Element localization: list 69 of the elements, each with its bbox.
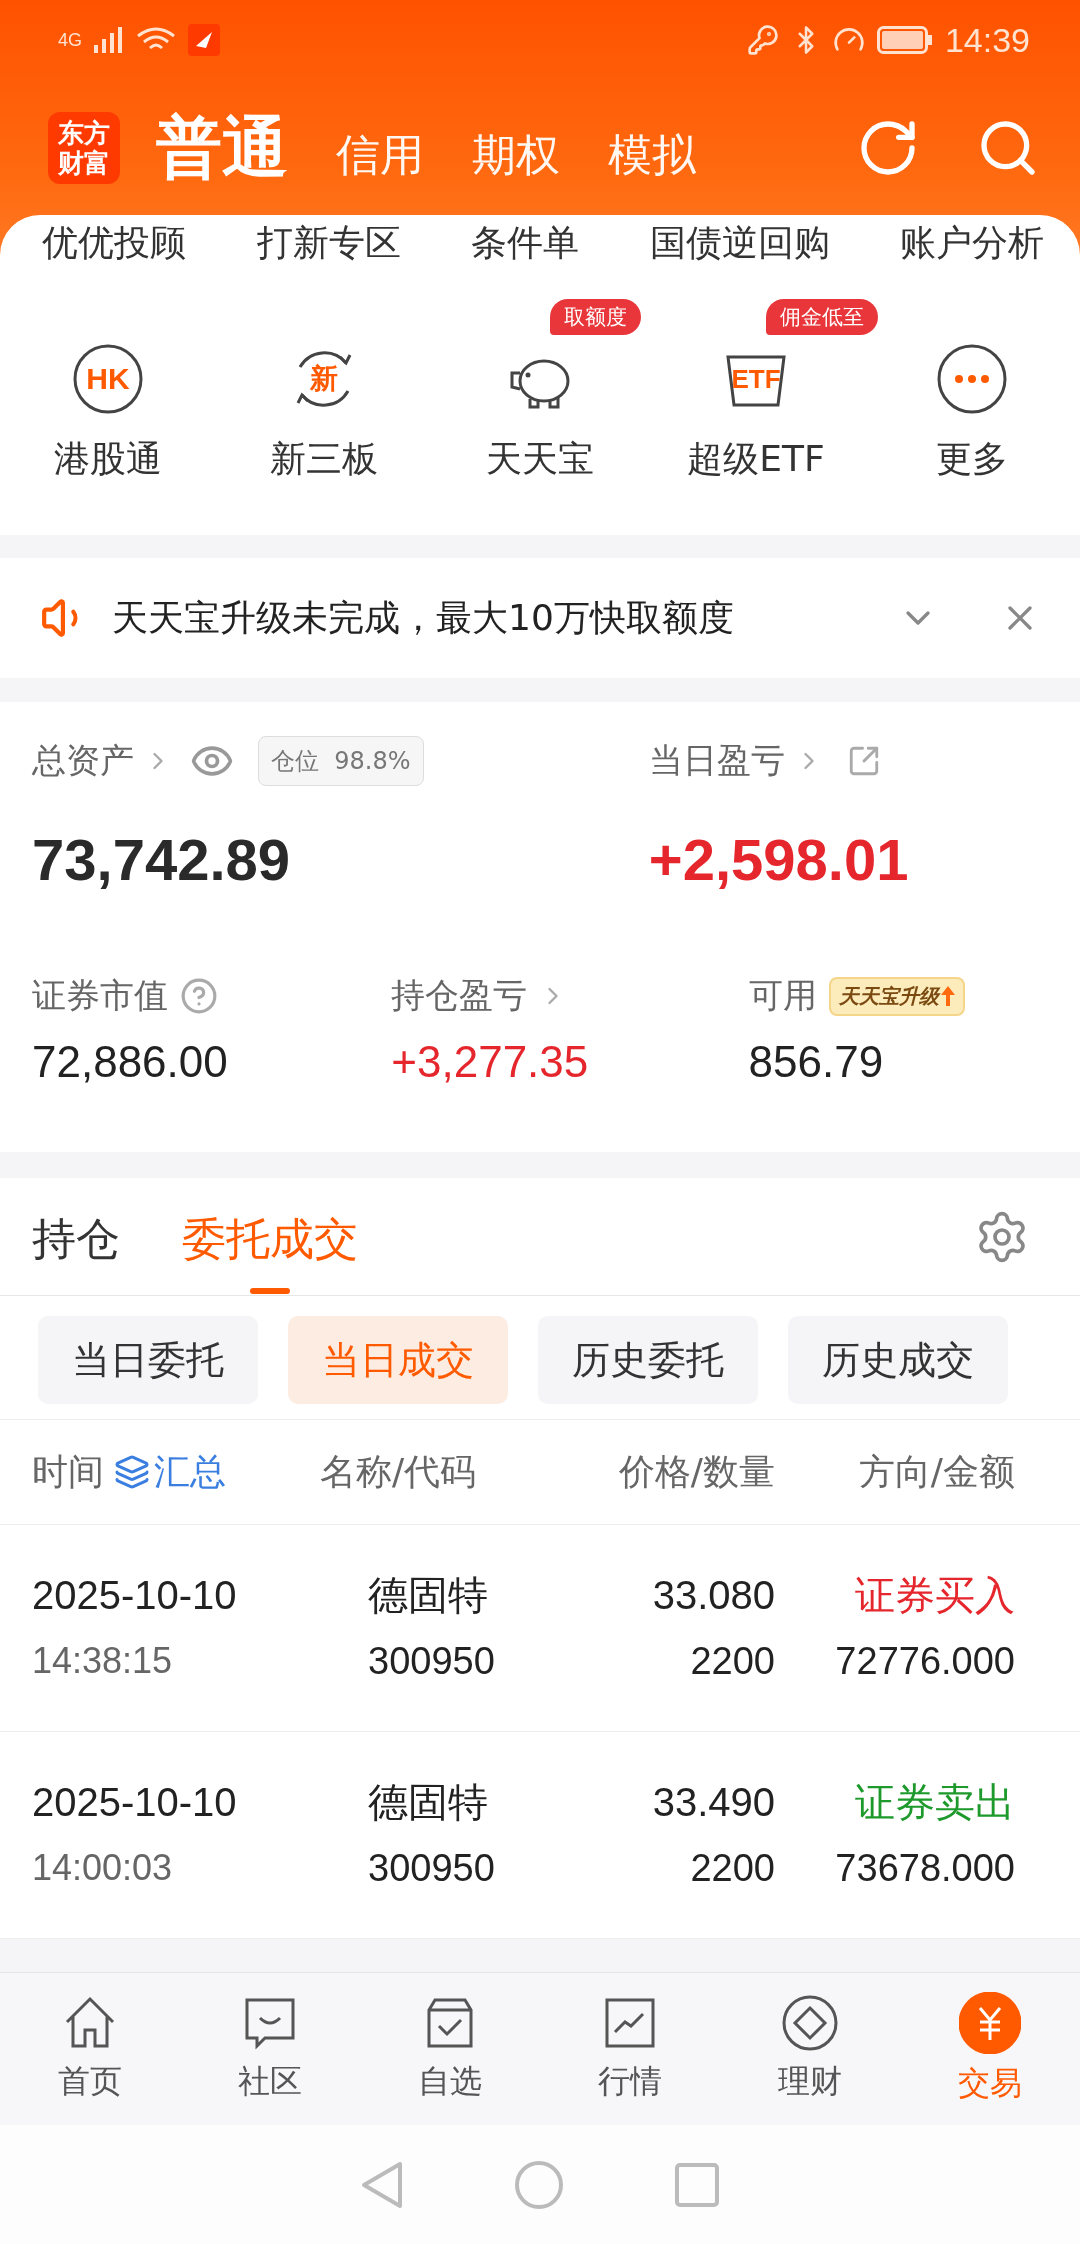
section-tab[interactable]: 持仓 (32, 1177, 120, 1296)
total-assets-label[interactable]: 总资产 (32, 738, 134, 784)
key-icon (746, 24, 779, 56)
metric-value: 856.79 (748, 1037, 885, 1087)
feature-label[interactable]: 更多 (936, 435, 1008, 484)
clock: 14:39 (944, 20, 1030, 60)
stock-name: 德固特 (368, 1572, 489, 1619)
shortcut-link[interactable]: 条件单 (471, 221, 579, 265)
nav-tab[interactable]: 首页 (30, 1994, 150, 2104)
shortcut-link[interactable]: 国债逆回购 (649, 221, 830, 265)
column-header: 价格/数量 (617, 1449, 775, 1494)
column-header: 名称/代码 (320, 1449, 478, 1494)
stock-code: 300950 (368, 1639, 496, 1684)
app-logo: 东方 财富 (48, 111, 120, 184)
promo-badge: 佣金低至 (766, 299, 878, 335)
feature-label[interactable]: 天天宝 (486, 435, 594, 484)
trade-date: 2025-10-10 (32, 1572, 238, 1619)
daily-pnl-value: +2,598.01 (648, 826, 909, 893)
trade-direction: 证券卖出 (854, 1779, 1015, 1826)
daily-pnl-label[interactable]: 当日盈亏 (648, 738, 785, 784)
back-icon[interactable] (360, 2159, 404, 2210)
trade-quantity: 2200 (689, 1846, 775, 1891)
shortcut-link[interactable]: 打新专区 (256, 221, 401, 265)
feature-label[interactable]: 超级ETF (687, 435, 825, 484)
metric-value: 72,886.00 (32, 1037, 229, 1087)
trade-time: 14:38:15 (32, 1639, 174, 1683)
trade-price: 33.080 (651, 1572, 775, 1619)
column-header: 时间 (32, 1449, 104, 1494)
stock-name: 德固特 (368, 1779, 489, 1826)
shortcut-link[interactable]: 账户分析 (900, 221, 1044, 265)
trade-time: 14:00:03 (32, 1846, 174, 1890)
trade-direction: 证券买入 (854, 1572, 1015, 1619)
nav-tab[interactable]: 理财 (750, 1994, 870, 2104)
battery-icon (876, 26, 933, 54)
nav-tab[interactable]: 社区 (210, 1994, 330, 2104)
help-icon[interactable] (180, 977, 218, 1015)
filter-button[interactable]: 当日委托 (38, 1316, 258, 1404)
trade-amount: 73678.000 (834, 1846, 1015, 1891)
home-circle-icon[interactable] (514, 2159, 564, 2210)
metric-label: 证券市值 (32, 974, 168, 1017)
network-type: 4G (58, 29, 82, 51)
signal-icon (94, 27, 124, 53)
upgrade-badge[interactable]: 天天宝升级 (828, 976, 965, 1016)
nav-tab[interactable]: 自选 (390, 1994, 510, 2104)
filter-button[interactable]: 历史成交 (788, 1316, 1008, 1404)
recents-icon[interactable] (674, 2161, 720, 2208)
position-ratio: 仓位 98.8% (258, 736, 424, 786)
metric-value: +3,277.35 (391, 1037, 590, 1087)
yen-icon (959, 1992, 1021, 2054)
filter-button[interactable]: 历史委托 (538, 1316, 758, 1404)
promo-badge: 取额度 (550, 299, 641, 335)
trade-date: 2025-10-10 (32, 1779, 238, 1826)
stock-code: 300950 (368, 1846, 496, 1891)
hk-icon: HK (72, 343, 144, 415)
trade-price: 33.490 (651, 1779, 775, 1826)
metric-label: 可用 (748, 974, 817, 1017)
nav-tab[interactable]: 行情 (570, 1994, 690, 2104)
summary-link[interactable]: 汇总 (114, 1447, 226, 1497)
column-header: 方向/金额 (857, 1449, 1015, 1494)
app-notification-icon (188, 24, 220, 56)
shortcut-link[interactable]: 优优投顾 (42, 221, 186, 265)
feature-label[interactable]: 港股通 (54, 435, 162, 484)
feature-label[interactable]: 新三板 (270, 435, 378, 484)
trade-quantity: 2200 (689, 1639, 775, 1684)
trade-amount: 72776.000 (834, 1639, 1015, 1684)
more-icon (936, 343, 1008, 415)
total-assets-value: 73,742.89 (32, 826, 291, 893)
layers-icon (114, 1454, 150, 1490)
metric-label: 持仓盈亏 (391, 974, 528, 1017)
